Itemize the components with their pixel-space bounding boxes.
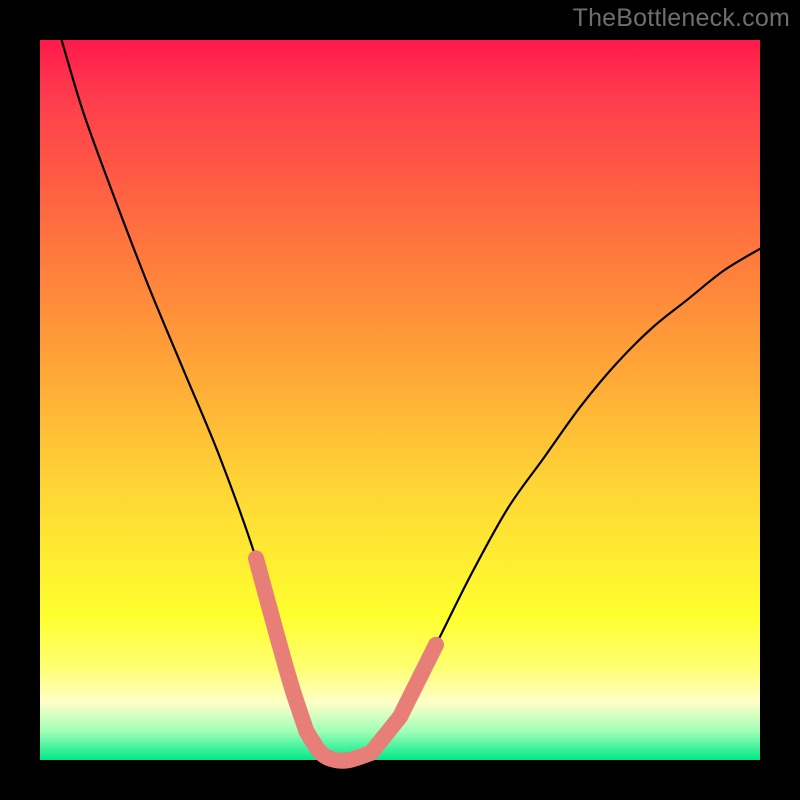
highlight-group bbox=[256, 558, 436, 761]
bottleneck-curve-svg bbox=[40, 40, 760, 760]
highlight-segment-3 bbox=[400, 645, 436, 717]
highlight-segment-0 bbox=[256, 558, 306, 731]
plot-area bbox=[40, 40, 760, 760]
chart-frame: TheBottleneck.com bbox=[0, 0, 800, 800]
highlight-segment-1 bbox=[306, 731, 371, 761]
watermark-text: TheBottleneck.com bbox=[573, 4, 790, 33]
curve-path bbox=[62, 40, 760, 761]
